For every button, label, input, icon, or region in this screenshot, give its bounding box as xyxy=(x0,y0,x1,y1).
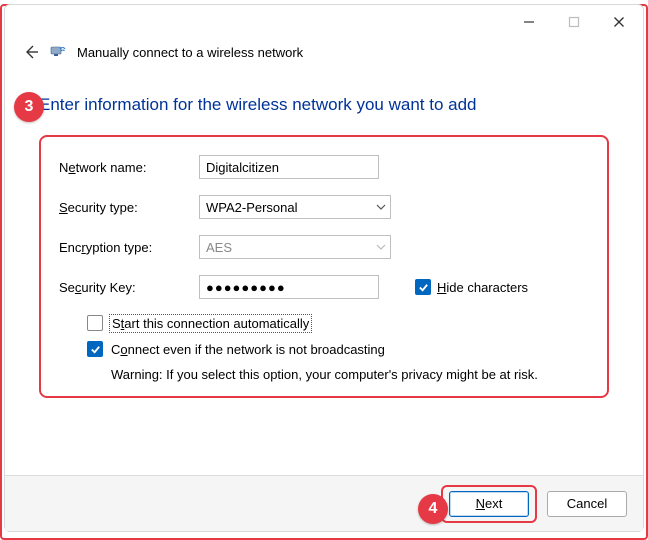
row-security-key: Security Key: Hide characters xyxy=(59,275,589,299)
connect-nonbroadcast-option[interactable]: Connect even if the network is not broad… xyxy=(87,341,589,357)
annotation-step-3: 3 xyxy=(14,92,44,122)
close-button[interactable] xyxy=(596,7,641,37)
privacy-warning-text: Warning: If you select this option, your… xyxy=(111,367,589,382)
cancel-button[interactable]: Cancel xyxy=(547,491,627,517)
security-key-input[interactable] xyxy=(199,275,379,299)
sub-options: Start this connection automatically Conn… xyxy=(87,315,589,382)
start-auto-label: Start this connection automatically xyxy=(111,316,310,331)
security-type-label: Security type: xyxy=(59,200,199,215)
network-name-input[interactable] xyxy=(199,155,379,179)
wizard-header: Manually connect to a wireless network xyxy=(5,39,643,71)
wizard-window: Manually connect to a wireless network E… xyxy=(4,4,644,532)
security-type-select[interactable]: WPA2-Personal xyxy=(199,195,391,219)
chevron-down-icon xyxy=(376,202,386,212)
row-encryption-type: Encryption type: AES xyxy=(59,235,589,259)
security-type-value: WPA2-Personal xyxy=(206,200,298,215)
row-security-type: Security type: WPA2-Personal xyxy=(59,195,589,219)
connect-nonbroadcast-checkbox[interactable] xyxy=(87,341,103,357)
annotation-step-4: 4 xyxy=(418,494,448,524)
form-highlight-box: Network name: Security type: WPA2-Person… xyxy=(39,135,609,398)
next-button-highlight: Next xyxy=(441,485,537,523)
maximize-button xyxy=(551,7,596,37)
security-key-label: Security Key: xyxy=(59,280,199,295)
next-button[interactable]: Next xyxy=(449,491,529,517)
start-auto-checkbox[interactable] xyxy=(87,315,103,331)
wizard-content: Enter information for the wireless netwo… xyxy=(5,71,643,475)
back-arrow-icon[interactable] xyxy=(23,44,39,60)
start-auto-option[interactable]: Start this connection automatically xyxy=(87,315,589,331)
connect-nonbroadcast-label: Connect even if the network is not broad… xyxy=(111,342,385,357)
minimize-button[interactable] xyxy=(506,7,551,37)
hide-characters-label: Hide characters xyxy=(437,280,528,295)
encryption-type-label: Encryption type: xyxy=(59,240,199,255)
wizard-footer: Next Cancel xyxy=(5,475,643,531)
page-heading: Enter information for the wireless netwo… xyxy=(39,95,609,115)
row-network-name: Network name: xyxy=(59,155,589,179)
encryption-type-select: AES xyxy=(199,235,391,259)
network-name-label: Network name: xyxy=(59,160,199,175)
titlebar xyxy=(5,5,643,39)
hide-characters-option[interactable]: Hide characters xyxy=(415,279,528,295)
chevron-down-icon xyxy=(376,242,386,252)
encryption-type-value: AES xyxy=(206,240,232,255)
hide-characters-checkbox[interactable] xyxy=(415,279,431,295)
wizard-title: Manually connect to a wireless network xyxy=(77,45,303,60)
network-wizard-icon xyxy=(49,43,67,61)
